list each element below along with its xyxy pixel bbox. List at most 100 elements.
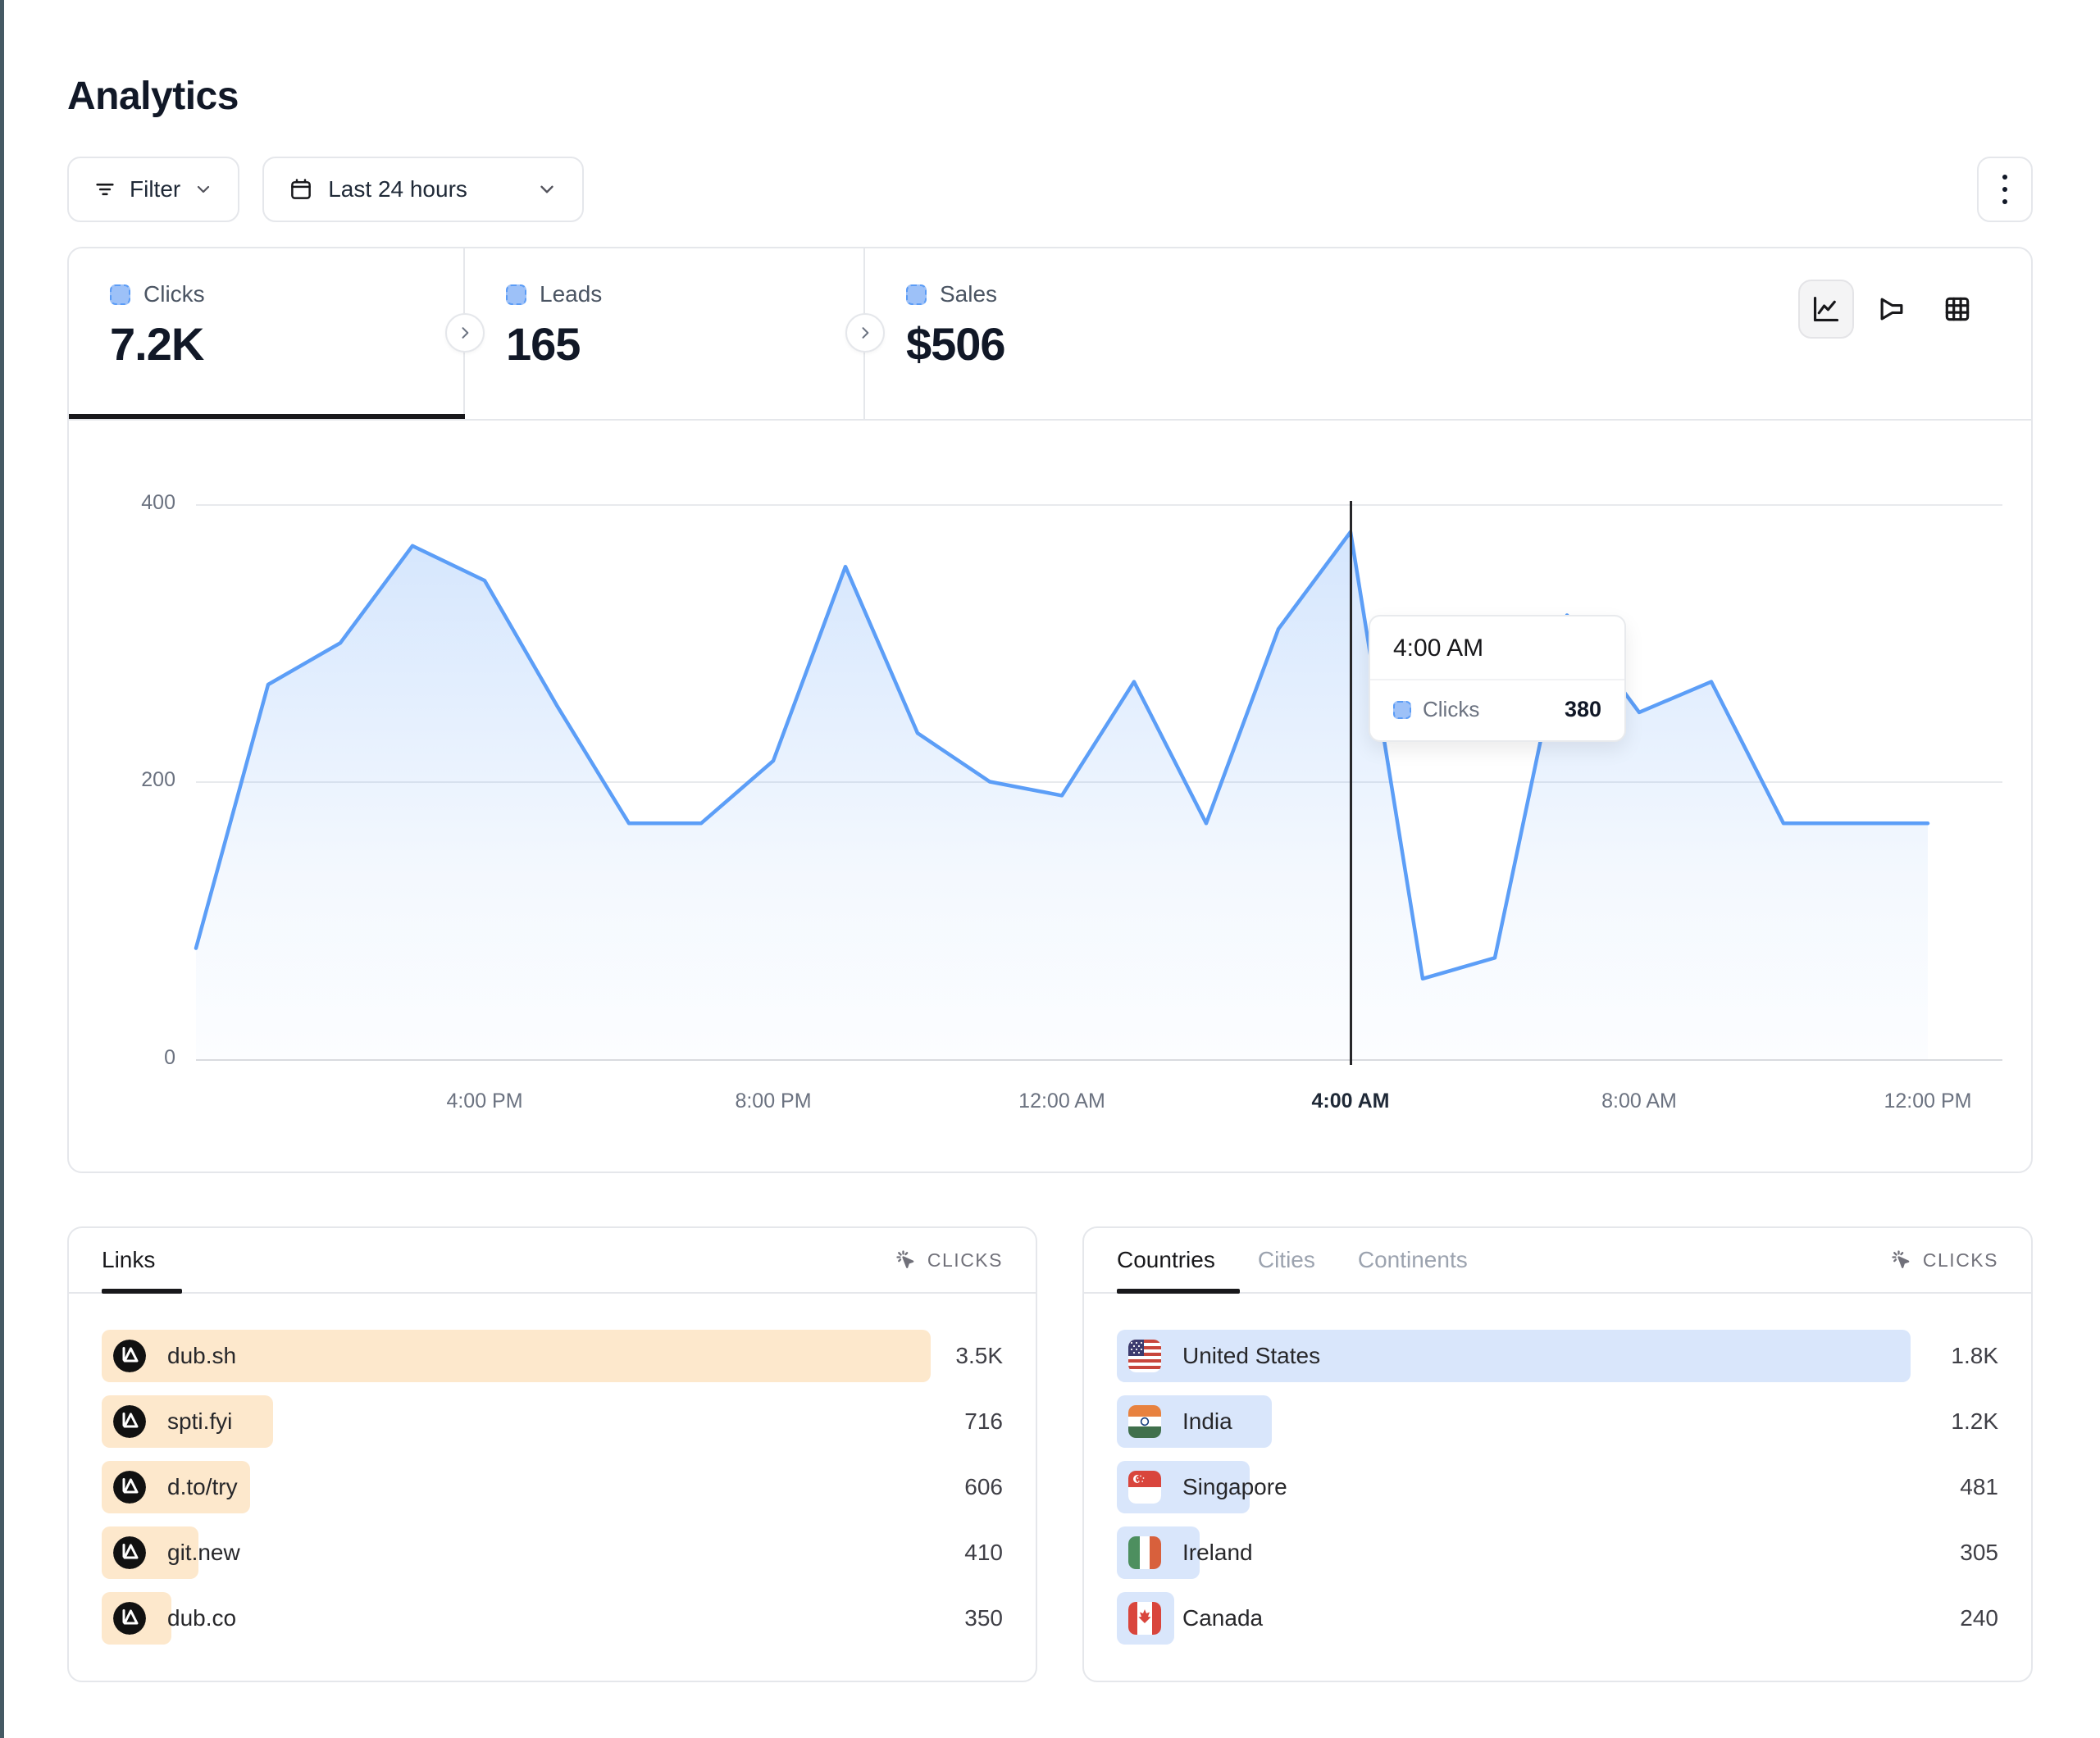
link-value: 716 <box>964 1408 1003 1435</box>
more-options-button[interactable] <box>1977 157 2033 222</box>
list-item[interactable]: spti.fyi 716 <box>102 1395 1003 1448</box>
calendar-icon <box>289 177 313 202</box>
chart-hover-crosshair <box>1350 501 1352 1065</box>
tab-separator-chevron <box>845 313 885 353</box>
links-active-underline <box>102 1289 182 1294</box>
country-label: Ireland <box>1182 1540 1253 1566</box>
metric-label: Sales <box>940 281 997 307</box>
list-item[interactable]: United States 1.8K <box>1117 1330 1998 1382</box>
country-label: India <box>1182 1408 1232 1435</box>
date-range-label: Last 24 hours <box>328 176 467 202</box>
kebab-menu-icon <box>2002 175 2007 204</box>
chevron-down-icon <box>536 179 558 200</box>
countries-list: United States 1.8K India 1.2K <box>1084 1294 2031 1645</box>
list-item[interactable]: Canada 240 <box>1117 1592 1998 1645</box>
links-list: dub.sh 3.5K spti.fyi 716 d.to/tr <box>69 1294 1036 1645</box>
link-label: dub.sh <box>167 1343 236 1369</box>
dub-logo-icon <box>113 1340 146 1372</box>
filter-label: Filter <box>130 176 180 202</box>
line-chart-toggle-button[interactable] <box>1798 280 1854 339</box>
tooltip-series-label: Clicks <box>1423 697 1479 722</box>
gridline-0 <box>196 1059 2002 1061</box>
tab-countries[interactable]: Countries <box>1117 1247 1215 1273</box>
analytics-page: Analytics Filter <box>0 0 2100 1738</box>
funnel-view-toggle-button[interactable] <box>1864 280 1920 339</box>
cursor-click-icon <box>895 1249 918 1272</box>
metric-tabs: Clicks 7.2K Leads 165 Sales $506 <box>69 248 2031 421</box>
sales-legend-icon <box>906 284 927 305</box>
clicks-legend-icon <box>110 284 130 305</box>
tab-clicks[interactable]: Clicks 7.2K <box>69 248 465 419</box>
tab-links[interactable]: Links <box>102 1247 155 1273</box>
country-value: 481 <box>1960 1474 1998 1500</box>
links-metric-selector[interactable]: CLICKS <box>895 1249 1003 1272</box>
date-range-button[interactable]: Last 24 hours <box>262 157 584 222</box>
country-label: Singapore <box>1182 1474 1287 1500</box>
x-axis-tick: 8:00 AM <box>1601 1090 1677 1113</box>
countries-active-underline <box>1117 1289 1240 1294</box>
singapore-flag-icon <box>1128 1471 1161 1504</box>
ireland-flag-icon <box>1128 1536 1161 1569</box>
chevron-down-icon <box>194 180 213 199</box>
link-value: 350 <box>964 1605 1003 1631</box>
link-label: dub.co <box>167 1605 236 1631</box>
active-tab-underline <box>69 414 465 419</box>
tab-cities[interactable]: Cities <box>1258 1247 1315 1273</box>
list-item[interactable]: India 1.2K <box>1117 1395 1998 1448</box>
chart-tooltip: 4:00 AM Clicks 380 <box>1369 615 1626 742</box>
list-item[interactable]: Singapore 481 <box>1117 1461 1998 1513</box>
country-value: 240 <box>1960 1605 1998 1631</box>
us-flag-icon <box>1128 1340 1161 1372</box>
tooltip-value: 380 <box>1565 697 1601 722</box>
clicks-area-chart[interactable]: 400 200 0 4:00 AM Clic <box>69 421 2031 1173</box>
clicks-value: 7.2K <box>110 317 463 371</box>
leads-value: 165 <box>506 317 863 371</box>
line-chart-icon <box>1811 293 1842 325</box>
countries-panel: Countries Cities Continents CLICKS <box>1082 1226 2033 1682</box>
tab-leads[interactable]: Leads 165 <box>465 248 865 419</box>
x-axis-tick: 12:00 PM <box>1884 1090 1971 1113</box>
metric-label: Clicks <box>143 281 205 307</box>
funnel-icon <box>1876 293 1907 325</box>
links-panel: Links CLICKS <box>67 1226 1037 1682</box>
link-label: git.new <box>167 1540 240 1566</box>
link-value: 410 <box>964 1540 1003 1566</box>
list-item[interactable]: Ireland 305 <box>1117 1526 1998 1579</box>
dub-logo-icon <box>113 1405 146 1438</box>
cursor-click-icon <box>1890 1249 1913 1272</box>
tooltip-time: 4:00 AM <box>1370 616 1624 680</box>
canada-flag-icon <box>1128 1602 1161 1635</box>
leads-legend-icon <box>506 284 526 305</box>
country-label: Canada <box>1182 1605 1263 1631</box>
countries-metric-selector[interactable]: CLICKS <box>1890 1249 1998 1272</box>
country-value: 1.8K <box>1951 1343 1998 1369</box>
link-value: 3.5K <box>955 1343 1003 1369</box>
countries-panel-header: Countries Cities Continents CLICKS <box>1084 1228 2031 1294</box>
links-metric-label: CLICKS <box>927 1249 1003 1272</box>
table-grid-icon <box>1942 293 1973 325</box>
dub-logo-icon <box>113 1536 146 1569</box>
analytics-chart-card: Clicks 7.2K Leads 165 Sales $506 <box>67 247 2033 1173</box>
list-item[interactable]: git.new 410 <box>102 1526 1003 1579</box>
list-item[interactable]: d.to/try 606 <box>102 1461 1003 1513</box>
list-item[interactable]: dub.sh 3.5K <box>102 1330 1003 1382</box>
link-value: 606 <box>964 1474 1003 1500</box>
country-label: United States <box>1182 1343 1320 1369</box>
x-axis-tick: 8:00 PM <box>735 1090 811 1113</box>
table-view-toggle-button[interactable] <box>1929 280 1985 339</box>
list-item[interactable]: dub.co 350 <box>102 1592 1003 1645</box>
filter-button[interactable]: Filter <box>67 157 239 222</box>
x-axis-tick: 4:00 PM <box>446 1090 522 1113</box>
countries-metric-label: CLICKS <box>1923 1249 1998 1272</box>
link-label: d.to/try <box>167 1474 238 1500</box>
links-panel-header: Links CLICKS <box>69 1228 1036 1294</box>
clicks-legend-icon <box>1393 701 1411 719</box>
tab-continents[interactable]: Continents <box>1358 1247 1468 1273</box>
metric-label: Leads <box>540 281 602 307</box>
country-value: 1.2K <box>1951 1408 1998 1435</box>
chart-type-toggles <box>1798 280 1985 339</box>
y-axis-tick: 200 <box>85 768 175 792</box>
filter-icon <box>93 178 116 201</box>
link-label: spti.fyi <box>167 1408 232 1435</box>
india-flag-icon <box>1128 1405 1161 1438</box>
